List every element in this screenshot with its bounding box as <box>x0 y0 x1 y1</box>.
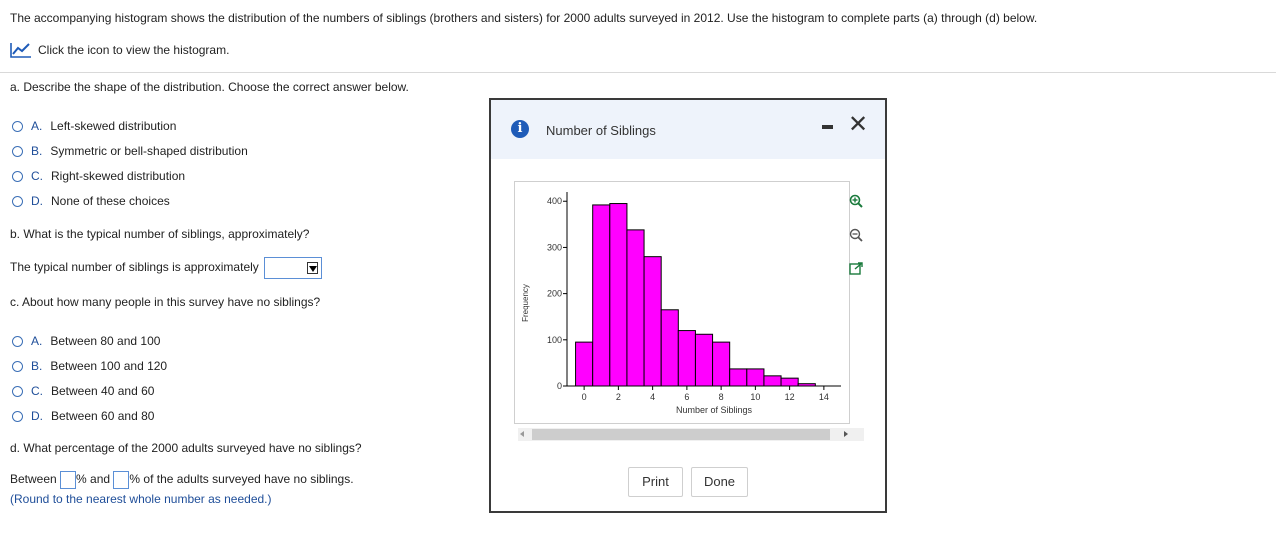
radio-button[interactable] <box>12 145 23 157</box>
horizontal-scrollbar[interactable] <box>518 428 864 441</box>
option-letter: D. <box>31 409 43 423</box>
radio-button[interactable] <box>12 360 23 372</box>
option-a-d[interactable]: D. None of these choices <box>12 194 170 208</box>
y-tick-label: 400 <box>547 196 562 206</box>
histogram-bar <box>780 377 799 387</box>
option-text: Between 60 and 80 <box>51 409 155 423</box>
dropdown-arrow-icon[interactable] <box>306 262 318 274</box>
problem-intro: The accompanying histogram shows the dis… <box>10 11 1038 25</box>
option-c-d[interactable]: D. Between 60 and 80 <box>12 409 154 423</box>
option-c-a[interactable]: A. Between 80 and 100 <box>12 334 160 348</box>
x-tick-label: 2 <box>616 392 621 402</box>
percentage-row: Between % and % of the adults surveyed h… <box>10 471 354 489</box>
upper-percent-input[interactable] <box>113 471 130 489</box>
scroll-thumb[interactable] <box>532 429 830 440</box>
x-tick-label: 14 <box>819 392 829 402</box>
option-letter: D. <box>31 194 43 208</box>
option-letter: C. <box>31 384 43 398</box>
expand-icon[interactable] <box>849 262 863 276</box>
typical-siblings-row: The typical number of siblings is approx… <box>10 257 322 279</box>
histogram-chart: 0 100 200 300 400 0 2 4 6 8 10 12 14 Number of Siblin… <box>521 192 841 415</box>
radio-button[interactable] <box>12 120 23 132</box>
option-text: Between 40 and 60 <box>51 384 155 398</box>
histogram-bar <box>729 368 748 387</box>
question-a: a. Describe the shape of the distributio… <box>10 80 409 94</box>
divider <box>0 72 1276 73</box>
y-tick-label: 0 <box>557 381 562 391</box>
scroll-left-icon[interactable] <box>520 431 524 437</box>
print-button[interactable]: Print <box>628 467 683 497</box>
option-text: None of these choices <box>51 194 170 208</box>
radio-button[interactable] <box>12 410 23 422</box>
histogram-bar <box>712 341 731 387</box>
close-icon[interactable]: ✕ <box>848 113 868 137</box>
zoom-in-icon[interactable] <box>849 194 863 208</box>
radio-button[interactable] <box>12 335 23 347</box>
minimize-button[interactable] <box>822 125 833 129</box>
y-tick-label: 300 <box>547 242 562 252</box>
histogram-bar <box>746 368 765 387</box>
popup-title: Number of Siblings <box>546 123 656 138</box>
x-axis-title: Number of Siblings <box>676 405 753 415</box>
histogram-bar <box>592 204 611 387</box>
x-tick-label: 10 <box>750 392 760 402</box>
option-letter: C. <box>31 169 43 183</box>
x-tick-label: 0 <box>582 392 587 402</box>
histogram-bar <box>677 330 696 387</box>
radio-button[interactable] <box>12 170 23 182</box>
typical-siblings-prompt: The typical number of siblings is approx… <box>10 260 259 275</box>
view-histogram-label[interactable]: Click the icon to view the histogram. <box>38 43 229 57</box>
y-tick-label: 200 <box>547 289 562 299</box>
plot-area: 0 100 200 300 400 0 2 4 6 8 10 12 14 Number of Siblin… <box>514 181 850 424</box>
question-c: c. About how many people in this survey … <box>10 295 321 309</box>
option-a-b[interactable]: B. Symmetric or bell-shaped distribution <box>12 144 248 158</box>
lower-percent-input[interactable] <box>60 471 77 489</box>
typical-siblings-dropdown[interactable] <box>263 257 322 279</box>
option-a-c[interactable]: C. Right-skewed distribution <box>12 169 185 183</box>
radio-button[interactable] <box>12 385 23 397</box>
x-tick-label: 6 <box>684 392 689 402</box>
scroll-right-icon[interactable] <box>844 431 848 437</box>
option-c-b[interactable]: B. Between 100 and 120 <box>12 359 167 373</box>
chart-line-icon[interactable] <box>10 42 32 58</box>
percentage-tail-label: % of the adults surveyed have no sibling… <box>129 472 354 487</box>
histogram-bar <box>660 309 679 387</box>
between-label: Between <box>10 472 57 487</box>
y-axis-title: Frequency <box>521 284 530 322</box>
histogram-popup: i Number of Siblings ✕ 0 100 200 300 400 0 2 4 6… <box>489 98 887 513</box>
option-letter: A. <box>31 334 43 348</box>
option-letter: A. <box>31 119 43 133</box>
zoom-out-icon[interactable] <box>849 228 863 242</box>
rounding-note: (Round to the nearest whole number as ne… <box>10 492 272 506</box>
info-icon: i <box>511 120 529 138</box>
done-button[interactable]: Done <box>691 467 748 497</box>
x-tick-label: 4 <box>650 392 655 402</box>
view-histogram-link[interactable]: Click the icon to view the histogram. <box>10 42 229 58</box>
option-text: Right-skewed distribution <box>51 169 186 183</box>
option-text: Between 80 and 100 <box>50 334 161 348</box>
histogram-bar <box>575 341 594 387</box>
histogram-bar <box>694 333 714 387</box>
option-letter: B. <box>31 359 43 373</box>
option-text: Between 100 and 120 <box>50 359 168 373</box>
histogram-bar <box>763 375 782 387</box>
x-tick-label: 12 <box>785 392 795 402</box>
histogram-bar <box>626 229 645 387</box>
y-tick-label: 100 <box>547 335 562 345</box>
option-letter: B. <box>31 144 43 158</box>
popup-header: i Number of Siblings ✕ <box>491 100 885 159</box>
option-text: Left-skewed distribution <box>50 119 177 133</box>
histogram-bar <box>609 203 628 387</box>
histogram-bar <box>643 256 662 387</box>
and-label: % and <box>76 472 111 487</box>
option-a-a[interactable]: A. Left-skewed distribution <box>12 119 176 133</box>
x-tick-label: 8 <box>719 392 724 402</box>
question-b: b. What is the typical number of sibling… <box>10 227 310 241</box>
radio-button[interactable] <box>12 195 23 207</box>
question-d: d. What percentage of the 2000 adults su… <box>10 441 362 455</box>
option-text: Symmetric or bell-shaped distribution <box>50 144 248 158</box>
option-c-c[interactable]: C. Between 40 and 60 <box>12 384 154 398</box>
